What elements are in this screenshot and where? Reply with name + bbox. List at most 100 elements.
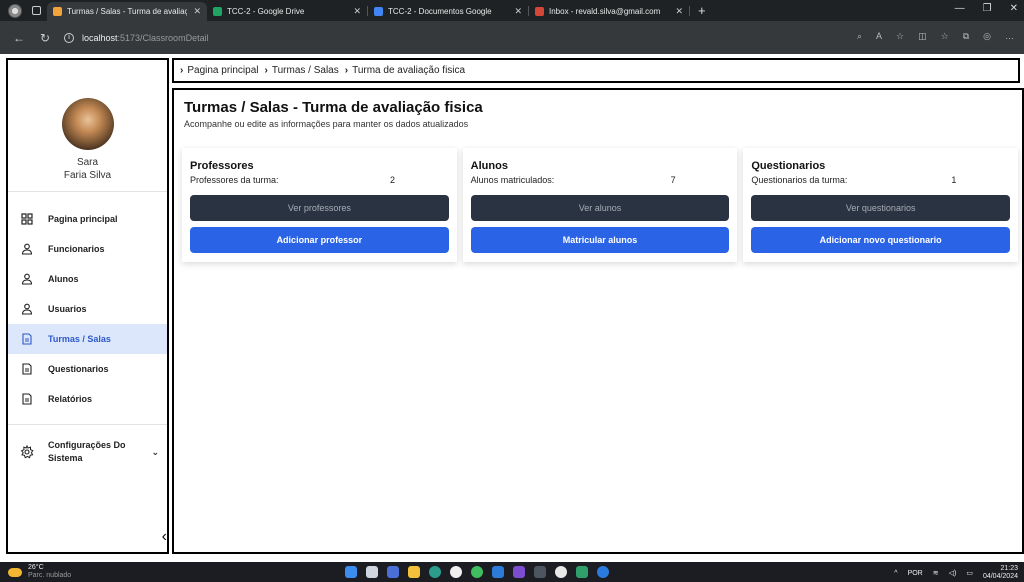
url-field[interactable]: i localhost:5173/ClassroomDetail bbox=[64, 28, 394, 48]
weather-temp: 26°C bbox=[28, 564, 44, 571]
whatsapp-icon[interactable] bbox=[471, 566, 483, 578]
chrome-icon[interactable] bbox=[450, 566, 462, 578]
language-indicator[interactable]: POR bbox=[908, 570, 923, 577]
chevron-right-icon: › bbox=[344, 65, 349, 76]
copilot-icon[interactable]: ◎ bbox=[983, 31, 991, 42]
read-aloud-icon[interactable]: A bbox=[876, 31, 882, 42]
page-title: Turmas / Salas - Turma de avaliação fisi… bbox=[184, 99, 483, 116]
more-menu-icon[interactable]: … bbox=[1005, 31, 1014, 42]
card-stat-label: Questionarios da turma: bbox=[751, 175, 848, 185]
card-stat: Professores da turma: 2 bbox=[190, 175, 449, 185]
os-taskbar: 26°C Parc. nublado ^ POR ≋ ◁) ▭ 21:23 04… bbox=[0, 562, 1024, 582]
window-controls: — ❐ ✕ bbox=[955, 3, 1018, 14]
browser-tab-strip: Turmas / Salas - Turma de avaliação ✕ TC… bbox=[0, 0, 1024, 21]
sidebar-item-label: Questionarios bbox=[48, 364, 109, 374]
url-host: localhost bbox=[82, 32, 118, 43]
sidebar-item-label: Alunos bbox=[48, 274, 79, 284]
card-title: Alunos bbox=[470, 160, 508, 172]
close-icon[interactable]: ✕ bbox=[675, 6, 683, 17]
matricular-alunos-button[interactable]: Matricular alunos bbox=[470, 227, 730, 253]
sidebar-item-pagina-principal[interactable]: Pagina principal bbox=[8, 204, 167, 234]
gear-icon bbox=[20, 444, 34, 459]
close-window-icon[interactable]: ✕ bbox=[1010, 3, 1018, 14]
user-last-name: Faria Silva bbox=[63, 170, 112, 181]
close-icon[interactable]: ✕ bbox=[514, 6, 522, 17]
alunos-card: Alunos Alunos matriculados: 7 Ver alunos… bbox=[462, 148, 738, 262]
card-stat-value: 1 bbox=[951, 175, 957, 185]
vscode-icon[interactable] bbox=[492, 566, 504, 578]
card-title: Questionarios bbox=[751, 160, 826, 172]
document-icon bbox=[20, 392, 34, 406]
battery-icon[interactable]: ▭ bbox=[966, 569, 973, 577]
sidebar-item-label: Turmas / Salas bbox=[48, 334, 111, 344]
sidebar-item-alunos[interactable]: Alunos bbox=[8, 264, 167, 294]
ver-professores-button[interactable]: Ver professores bbox=[190, 195, 449, 221]
gmail-icon bbox=[535, 7, 544, 16]
wifi-icon[interactable]: ≋ bbox=[933, 569, 939, 577]
questionarios-card: Questionarios Questionarios da turma: 1 … bbox=[743, 148, 1019, 262]
back-icon[interactable]: ← bbox=[12, 31, 26, 45]
close-icon[interactable]: ✕ bbox=[353, 6, 361, 17]
url-path: :5173/ClassroomDetail bbox=[117, 32, 209, 43]
new-tab-icon[interactable]: + bbox=[698, 3, 706, 18]
main-content: Turmas / Salas - Turma de avaliação fisi… bbox=[172, 88, 1024, 554]
teams-icon[interactable] bbox=[387, 566, 399, 578]
app-viewport: Sara Faria Silva Pagina principal Funcio… bbox=[0, 54, 1024, 562]
ver-questionarios-button[interactable]: Ver questionarios bbox=[751, 195, 1011, 221]
zoom-icon[interactable]: ⌕ bbox=[857, 31, 862, 42]
app-icon[interactable] bbox=[576, 566, 588, 578]
browser-tab[interactable]: TCC-2 - Google Drive ✕ bbox=[207, 2, 367, 21]
ver-alunos-button[interactable]: Ver alunos bbox=[470, 195, 730, 221]
collections-icon[interactable]: ⧉ bbox=[963, 31, 969, 42]
chevron-up-icon[interactable]: ^ bbox=[894, 570, 897, 577]
user-icon bbox=[20, 272, 34, 286]
card-stat-value: 7 bbox=[670, 175, 676, 185]
windows-start-icon[interactable] bbox=[345, 566, 357, 578]
user-icon bbox=[20, 302, 34, 316]
sidebar-item-turmas-salas[interactable]: Turmas / Salas bbox=[8, 324, 167, 354]
split-screen-icon[interactable]: ◫ bbox=[918, 31, 927, 42]
browser-tab[interactable]: Inbox - revald.silva@gmail.com ✕ bbox=[529, 2, 689, 21]
browser-tab[interactable]: Turmas / Salas - Turma de avaliação ✕ bbox=[47, 2, 207, 21]
restore-icon[interactable]: ❐ bbox=[983, 3, 992, 14]
reload-icon[interactable]: ↻ bbox=[38, 31, 52, 45]
browser-icon[interactable] bbox=[597, 566, 609, 578]
document-icon bbox=[20, 362, 34, 376]
clock[interactable]: 21:23 04/04/2024 bbox=[983, 565, 1018, 581]
browser-address-bar: ← ↻ i localhost:5173/ClassroomDetail ⌕ A… bbox=[0, 21, 1024, 54]
sidebar-item-usuarios[interactable]: Usuarios bbox=[8, 294, 167, 324]
file-explorer-icon[interactable] bbox=[408, 566, 420, 578]
breadcrumb: › Pagina principal › Turmas / Salas › Tu… bbox=[172, 58, 1020, 83]
browser-profile-icon[interactable] bbox=[8, 3, 22, 18]
breadcrumb-item[interactable]: Turmas / Salas bbox=[272, 65, 339, 76]
breadcrumb-item[interactable]: Pagina principal bbox=[187, 65, 258, 76]
browser-tab[interactable]: TCC-2 - Documentos Google ✕ bbox=[368, 2, 528, 21]
sidebar-item-configuracoes[interactable]: Configurações Do Sistema ⌄ bbox=[8, 425, 167, 465]
close-icon[interactable]: ✕ bbox=[193, 6, 201, 17]
sidebar-item-label: Funcionarios bbox=[48, 244, 105, 254]
summary-cards: Professores Professores da turma: 2 Ver … bbox=[182, 148, 1019, 262]
minimize-icon[interactable]: — bbox=[955, 3, 965, 14]
github-icon[interactable] bbox=[555, 566, 567, 578]
volume-icon[interactable]: ◁) bbox=[949, 569, 957, 577]
site-info-icon[interactable]: i bbox=[64, 32, 74, 43]
tab-title: TCC-2 - Documentos Google bbox=[388, 7, 492, 16]
collapse-sidebar-icon[interactable]: ‹ bbox=[162, 528, 167, 546]
browser-toolbar-icons: ⌕ A ☆ ◫ ☆ ⧉ ◎ … bbox=[857, 31, 1014, 42]
weather-icon bbox=[8, 567, 22, 577]
sidebar-item-questionarios[interactable]: Questionarios bbox=[8, 354, 167, 384]
sidebar-item-funcionarios[interactable]: Funcionarios bbox=[8, 234, 167, 264]
tab-actions-icon[interactable] bbox=[32, 6, 41, 15]
favorites-icon[interactable]: ☆ bbox=[941, 31, 949, 42]
taskbar-apps bbox=[345, 566, 609, 578]
weather-widget[interactable]: 26°C Parc. nublado bbox=[8, 564, 71, 580]
chevron-down-icon[interactable]: ⌄ bbox=[151, 447, 159, 458]
favorite-star-icon[interactable]: ☆ bbox=[896, 31, 904, 42]
terminal-icon[interactable] bbox=[534, 566, 546, 578]
adicionar-professor-button[interactable]: Adicionar professor bbox=[190, 227, 449, 253]
visual-studio-icon[interactable] bbox=[513, 566, 525, 578]
adicionar-questionario-button[interactable]: Adicionar novo questionario bbox=[751, 227, 1011, 253]
sidebar-item-relatorios[interactable]: Relatórios bbox=[8, 384, 167, 414]
edge-icon[interactable] bbox=[429, 566, 441, 578]
search-icon[interactable] bbox=[366, 566, 378, 578]
